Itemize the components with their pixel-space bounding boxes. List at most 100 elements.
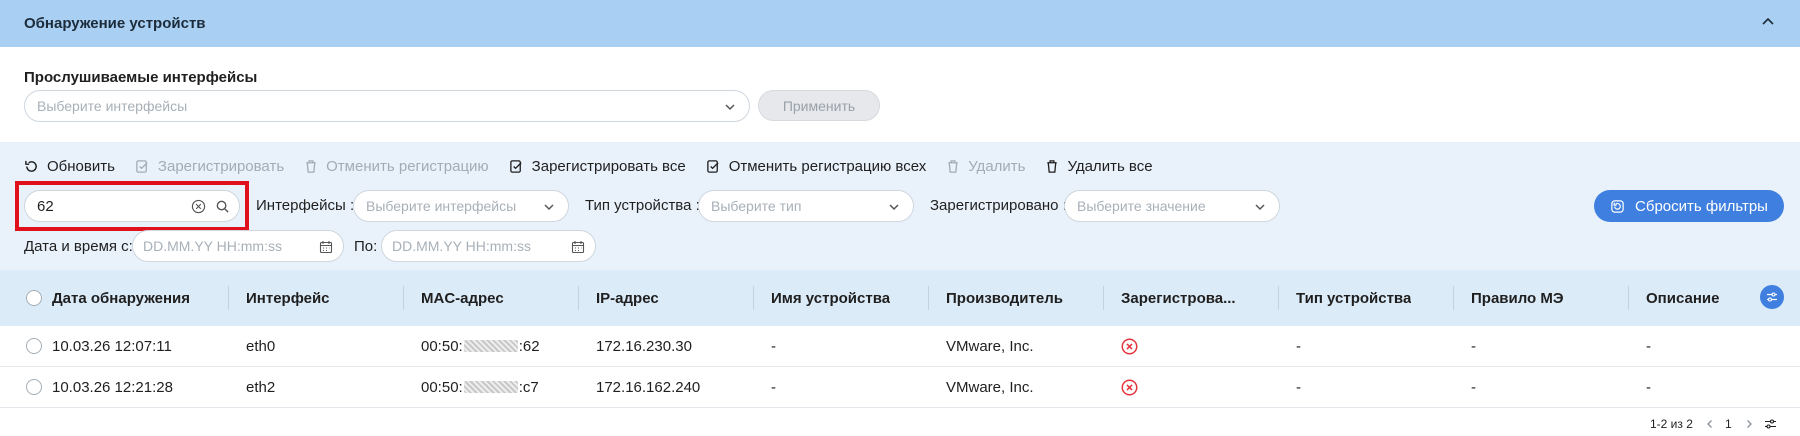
column-header-vendor[interactable]: Производитель	[946, 270, 1063, 326]
cell-mac: 00:50: :c7	[421, 367, 539, 407]
row-checkbox[interactable]	[26, 326, 42, 366]
unregister-all-icon	[706, 159, 719, 173]
interfaces-filter-placeholder: Выберите интерфейсы	[366, 198, 517, 214]
cell-description: -	[1646, 378, 1651, 396]
cell-firewall-rule: -	[1471, 378, 1476, 396]
cell-device-name: -	[771, 378, 776, 396]
column-separator	[1278, 286, 1279, 310]
interfaces-filter-label: Интерфейсы :	[256, 197, 355, 214]
cell-device-type: -	[1296, 337, 1301, 355]
register-all-icon	[509, 159, 522, 173]
refresh-button[interactable]: Обновить	[24, 158, 115, 175]
register-button[interactable]: Зарегистрировать	[135, 158, 284, 175]
registered-filter-select[interactable]: Выберите значение	[1064, 190, 1280, 222]
not-registered-icon	[1121, 379, 1138, 395]
unregister-button[interactable]: Отменить регистрацию	[304, 158, 489, 175]
column-separator	[403, 286, 404, 310]
column-separator	[1453, 286, 1454, 310]
registered-filter-placeholder: Выберите значение	[1077, 198, 1206, 214]
column-separator	[753, 286, 754, 310]
calendar-icon	[571, 241, 585, 254]
mac-suffix: :c7	[518, 378, 539, 396]
masked-mac-segment	[463, 340, 518, 352]
chevron-down-icon	[725, 104, 735, 111]
listen-interfaces-select[interactable]: Выберите интерфейсы	[24, 90, 750, 122]
listen-interfaces-label: Прослушиваемые интерфейсы	[24, 69, 258, 86]
date-to-input[interactable]: DD.MM.YY HH:mm:ss	[381, 230, 596, 262]
cell-firewall-rule: -	[1471, 337, 1476, 355]
mac-prefix: 00:50:	[421, 378, 463, 396]
calendar-icon	[319, 241, 333, 254]
device-type-filter-label: Тип устройства :	[585, 197, 700, 214]
table-row[interactable]: 10.03.26 12:07:11 eth0 00:50::62 172.16.…	[0, 326, 1800, 367]
reset-icon	[1611, 199, 1624, 213]
delete-label: Удалить	[968, 157, 1026, 175]
chevron-up-icon[interactable]	[1760, 14, 1776, 30]
table-row[interactable]: 10.03.26 12:21:28 eth2 00:50: :c7 172.16.…	[0, 367, 1800, 408]
next-page-button[interactable]	[1744, 415, 1754, 433]
register-label: Зарегистрировать	[157, 157, 285, 175]
cell-interface: eth2	[246, 378, 276, 396]
not-registered-icon	[1121, 338, 1138, 354]
column-header-mac[interactable]: MAC-адрес	[421, 270, 504, 326]
column-settings-button[interactable]	[1760, 285, 1784, 309]
unregister-label: Отменить регистрацию	[326, 157, 489, 175]
section-header[interactable]: Обнаружение устройств	[0, 0, 1800, 47]
row-checkbox[interactable]	[26, 367, 42, 407]
chevron-right-icon	[1747, 420, 1752, 428]
column-header-description[interactable]: Описание	[1646, 270, 1719, 326]
reset-filters-label: Сбросить фильтры	[1635, 197, 1768, 215]
delete-all-button[interactable]: Удалить все	[1045, 157, 1153, 175]
sliders-icon	[1765, 419, 1776, 429]
cell-registered	[1121, 367, 1138, 407]
masked-mac-segment	[463, 381, 518, 393]
register-all-button[interactable]: Зарегистрировать все	[509, 158, 686, 175]
register-icon	[136, 159, 148, 173]
date-from-placeholder: DD.MM.YY HH:mm:ss	[143, 238, 282, 254]
column-header-interface[interactable]: Интерфейс	[246, 270, 330, 326]
delete-button[interactable]: Удалить	[946, 158, 1025, 175]
delete-all-label: Удалить все	[1067, 157, 1153, 175]
trash-icon	[306, 159, 316, 173]
reset-filters-button[interactable]: Сбросить фильтры	[1594, 190, 1784, 222]
column-separator	[1628, 286, 1629, 310]
interfaces-filter-select[interactable]: Выберите интерфейсы	[353, 190, 569, 222]
trash-icon	[1047, 159, 1058, 173]
device-type-filter-select[interactable]: Выберите тип	[698, 190, 914, 222]
cell-mac: 00:50::62	[421, 326, 540, 366]
cell-interface: eth0	[246, 337, 276, 355]
column-separator	[1103, 286, 1104, 310]
chevron-down-icon	[544, 204, 554, 211]
column-header-date[interactable]: Дата обнаружения	[52, 270, 190, 326]
device-type-filter-placeholder: Выберите тип	[711, 198, 802, 214]
cell-registered	[1121, 326, 1138, 366]
pagination-settings-button[interactable]	[1764, 415, 1777, 433]
column-header-registered[interactable]: Зарегистрова...	[1121, 270, 1259, 326]
pagination-range: 1-2 из 2	[1650, 417, 1693, 431]
cell-ip: 172.16.230.30	[596, 337, 692, 355]
column-header-device-name[interactable]: Имя устройства	[771, 270, 890, 326]
unregister-all-button[interactable]: Отменить регистрацию всех	[706, 158, 926, 175]
column-header-ip[interactable]: IP-адрес	[596, 270, 659, 326]
cell-device-name: -	[771, 337, 776, 355]
chevron-down-icon	[889, 204, 899, 211]
column-separator	[228, 286, 229, 310]
cell-date: 10.03.26 12:21:28	[52, 378, 173, 396]
column-header-device-type[interactable]: Тип устройства	[1296, 270, 1411, 326]
cell-ip: 172.16.162.240	[596, 378, 701, 396]
cell-date: 10.03.26 12:07:11	[52, 337, 172, 355]
section-title: Обнаружение устройств	[24, 15, 206, 32]
refresh-icon	[25, 160, 37, 172]
cell-vendor: VMware, Inc.	[946, 378, 1034, 396]
refresh-label: Обновить	[47, 157, 115, 175]
toolbar: Обновить Зарегистрировать Отменить регис…	[24, 156, 1173, 176]
chevron-down-icon	[1255, 204, 1265, 211]
apply-button[interactable]: Применить	[758, 90, 880, 121]
column-header-firewall-rule[interactable]: Правило МЭ	[1471, 270, 1564, 326]
select-all-checkbox[interactable]	[26, 270, 42, 326]
trash-icon	[948, 159, 958, 173]
register-all-label: Зарегистрировать все	[531, 157, 686, 175]
prev-page-button[interactable]	[1705, 415, 1715, 433]
current-page[interactable]: 1	[1725, 415, 1732, 433]
date-from-input[interactable]: DD.MM.YY HH:mm:ss	[132, 230, 344, 262]
